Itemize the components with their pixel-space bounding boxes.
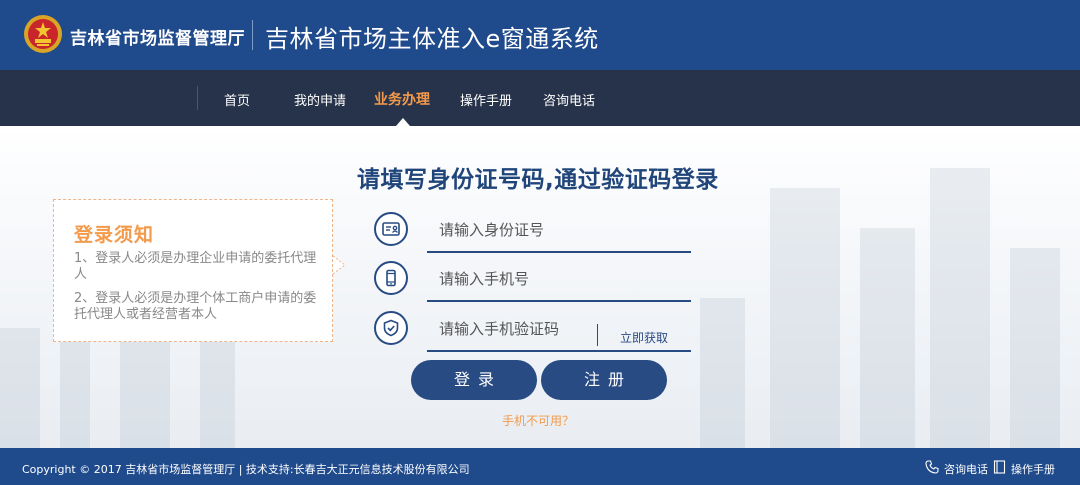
- active-nav-indicator: [396, 118, 410, 126]
- form-heading: 请填写身份证号码,通过验证码登录: [357, 167, 719, 193]
- mobile-phone-icon: [374, 261, 408, 295]
- main-nav: 首页 我的申请 业务办理 操作手册 咨询电话: [0, 70, 1080, 126]
- id-number-input[interactable]: [439, 221, 679, 239]
- get-code-button[interactable]: 立即获取: [620, 329, 668, 346]
- system-title: 吉林省市场主体准入e窗通系统: [265, 25, 599, 53]
- verification-code-field[interactable]: 立即获取: [427, 312, 691, 352]
- footer-manual-link[interactable]: 操作手册: [1011, 461, 1055, 477]
- notice-line-2: 2、登录人必须是办理个体工商户申请的委托代理人或者经营者本人: [74, 291, 317, 322]
- header-bar: 吉林省市场监督管理厅 吉林省市场主体准入e窗通系统: [0, 0, 1080, 70]
- shield-check-icon: [374, 311, 408, 345]
- login-notice-box: 登录须知 1、登录人必须是办理企业申请的委托代理人 2、登录人必须是办理个体工商…: [53, 199, 333, 342]
- notice-line-1: 1、登录人必须是办理企业申请的委托代理人: [74, 251, 317, 282]
- nav-item-business[interactable]: 业务办理: [374, 89, 430, 109]
- id-number-field[interactable]: [427, 213, 691, 253]
- nav-item-consult-phone[interactable]: 咨询电话: [543, 90, 595, 109]
- nav-item-manual[interactable]: 操作手册: [460, 90, 512, 109]
- login-button[interactable]: 登录: [411, 360, 537, 400]
- phone-icon: [925, 460, 939, 474]
- copyright-text: Copyright © 2017 吉林省市场监督管理厅 | 技术支持:长春吉大正…: [22, 463, 470, 476]
- id-card-icon: [374, 212, 408, 246]
- book-icon: [993, 460, 1006, 474]
- nav-divider: [197, 86, 198, 110]
- header-divider: [252, 20, 253, 50]
- code-field-divider: [597, 324, 598, 346]
- phone-unavailable-link[interactable]: 手机不可用？: [502, 412, 574, 429]
- org-name: 吉林省市场监督管理厅: [70, 29, 245, 49]
- footer-consult-link[interactable]: 咨询电话: [944, 461, 988, 477]
- verification-code-input[interactable]: [439, 320, 589, 338]
- nav-item-home[interactable]: 首页: [224, 90, 250, 109]
- phone-number-field[interactable]: [427, 262, 691, 302]
- register-button[interactable]: 注册: [541, 360, 667, 400]
- notice-title: 登录须知: [74, 224, 155, 246]
- phone-number-input[interactable]: [439, 270, 679, 288]
- footer-bar: Copyright © 2017 吉林省市场监督管理厅 | 技术支持:长春吉大正…: [0, 448, 1080, 485]
- nav-item-my-applications[interactable]: 我的申请: [294, 90, 346, 109]
- notice-arrow-icon: [333, 255, 346, 275]
- national-emblem-icon: [24, 15, 62, 53]
